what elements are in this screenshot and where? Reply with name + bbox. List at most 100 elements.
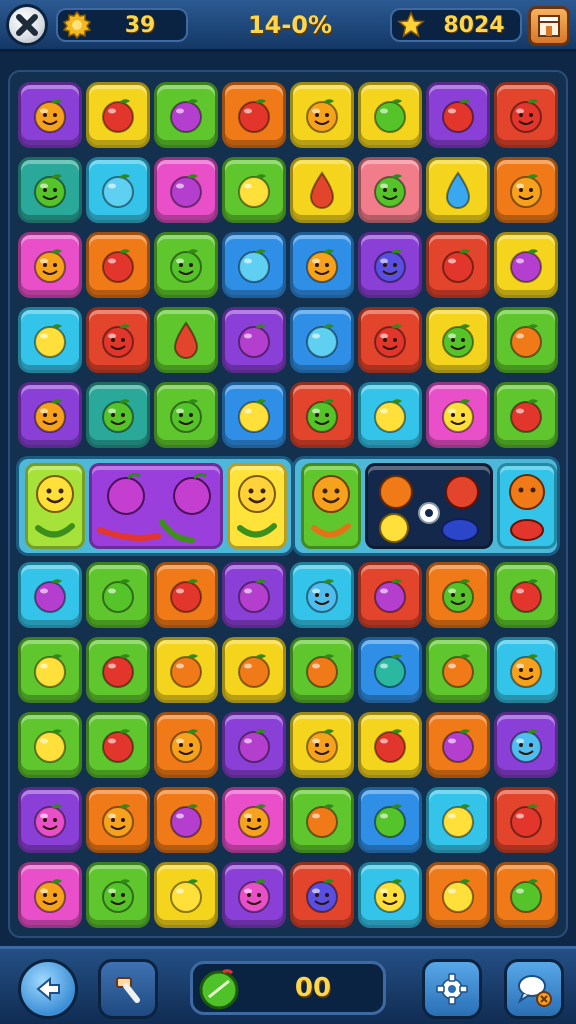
fruit-tile[interactable]: [154, 712, 218, 778]
coin-value: 39: [124, 12, 156, 38]
fruit-tile[interactable]: [86, 382, 150, 448]
fruit-tile[interactable]: [290, 307, 354, 373]
fruit-tile[interactable]: [86, 82, 150, 148]
fruit-tile[interactable]: [86, 307, 150, 373]
fruit-tile[interactable]: [222, 787, 286, 853]
fruit-tile[interactable]: [222, 637, 286, 703]
fruit-tile[interactable]: [290, 712, 354, 778]
fruit-tile[interactable]: [290, 637, 354, 703]
fruit-tile[interactable]: [154, 562, 218, 628]
fruit-tile[interactable]: [154, 787, 218, 853]
star-icon: [394, 8, 428, 42]
fruit-tile[interactable]: [154, 637, 218, 703]
fruit-tile[interactable]: [222, 157, 286, 223]
combo-tile[interactable]: [301, 463, 361, 549]
fruit-tile[interactable]: [494, 382, 558, 448]
fruit-tile[interactable]: [18, 307, 82, 373]
fruit-tile[interactable]: [222, 232, 286, 298]
fruit-tile[interactable]: [494, 787, 558, 853]
combo-tile[interactable]: [227, 463, 287, 549]
fruit-tile[interactable]: [86, 787, 150, 853]
combo-piece-left[interactable]: [16, 456, 294, 556]
fruit-tile[interactable]: [494, 82, 558, 148]
fruit-tile[interactable]: [426, 562, 490, 628]
fruit-tile[interactable]: [494, 862, 558, 928]
fruit-tile[interactable]: [290, 382, 354, 448]
fruit-tile[interactable]: [222, 382, 286, 448]
fruit-tile[interactable]: [426, 82, 490, 148]
fruit-tile[interactable]: [426, 862, 490, 928]
fruit-tile[interactable]: [154, 382, 218, 448]
fruit-tile[interactable]: [86, 157, 150, 223]
fruit-tile[interactable]: [494, 157, 558, 223]
bomb-combo-tile[interactable]: [365, 463, 493, 549]
close-button[interactable]: [6, 4, 48, 46]
fruit-tile[interactable]: [154, 232, 218, 298]
fruit-tile[interactable]: [358, 637, 422, 703]
combo-tile[interactable]: [25, 463, 85, 549]
fruit-tile[interactable]: [18, 712, 82, 778]
fruit-tile[interactable]: [222, 307, 286, 373]
fruit-tile[interactable]: [358, 157, 422, 223]
fruit-tile[interactable]: [426, 637, 490, 703]
fruit-tile[interactable]: [18, 562, 82, 628]
fruit-tile[interactable]: [154, 157, 218, 223]
fruit-tile[interactable]: [18, 637, 82, 703]
fruit-tile[interactable]: [358, 382, 422, 448]
back-button[interactable]: [18, 959, 78, 1019]
settings-button[interactable]: [422, 959, 482, 1019]
fruit-tile[interactable]: [426, 307, 490, 373]
fruit-tile[interactable]: [154, 307, 218, 373]
fruit-tile[interactable]: [358, 307, 422, 373]
fruit-tile[interactable]: [154, 862, 218, 928]
fruit-tile[interactable]: [222, 562, 286, 628]
fruit-tile[interactable]: [426, 382, 490, 448]
hammer-button[interactable]: [98, 959, 158, 1019]
combo-tile[interactable]: [497, 463, 557, 549]
fruit-tile[interactable]: [358, 712, 422, 778]
fruit-tile[interactable]: [222, 712, 286, 778]
yellow-fruit-icon: [170, 879, 202, 913]
fruit-tile[interactable]: [494, 307, 558, 373]
fruit-tile[interactable]: [358, 562, 422, 628]
fruit-tile[interactable]: [18, 787, 82, 853]
shop-button[interactable]: [528, 6, 570, 46]
hint-button[interactable]: [504, 959, 564, 1019]
fruit-tile[interactable]: [290, 562, 354, 628]
orange-face-fruit-icon: [311, 475, 351, 538]
orange-face-fruit-icon: [306, 249, 338, 283]
combo-piece-right[interactable]: [292, 456, 560, 556]
fruit-tile[interactable]: [18, 82, 82, 148]
fruit-tile[interactable]: [222, 862, 286, 928]
fruit-tile[interactable]: [290, 232, 354, 298]
fruit-tile[interactable]: [358, 787, 422, 853]
fruit-tile[interactable]: [18, 382, 82, 448]
combo-tile-wide[interactable]: [89, 463, 223, 549]
fruit-tile[interactable]: [290, 787, 354, 853]
fruit-tile[interactable]: [86, 232, 150, 298]
fruit-tile[interactable]: [494, 712, 558, 778]
fruit-tile[interactable]: [358, 862, 422, 928]
fruit-tile[interactable]: [494, 637, 558, 703]
fruit-tile[interactable]: [494, 232, 558, 298]
fruit-tile[interactable]: [154, 82, 218, 148]
fruit-tile[interactable]: [86, 862, 150, 928]
fruit-tile[interactable]: [426, 787, 490, 853]
fruit-tile[interactable]: [426, 712, 490, 778]
fruit-tile[interactable]: [426, 232, 490, 298]
fruit-tile[interactable]: [18, 157, 82, 223]
fruit-tile[interactable]: [222, 82, 286, 148]
fruit-tile[interactable]: [290, 82, 354, 148]
fruit-tile[interactable]: [86, 712, 150, 778]
pink-face-fruit-icon: [34, 804, 66, 838]
fruit-tile[interactable]: [426, 157, 490, 223]
fruit-tile[interactable]: [290, 862, 354, 928]
fruit-tile[interactable]: [358, 232, 422, 298]
fruit-tile[interactable]: [86, 562, 150, 628]
fruit-tile[interactable]: [358, 82, 422, 148]
fruit-tile[interactable]: [494, 562, 558, 628]
fruit-tile[interactable]: [18, 232, 82, 298]
fruit-tile[interactable]: [290, 157, 354, 223]
fruit-tile[interactable]: [18, 862, 82, 928]
fruit-tile[interactable]: [86, 637, 150, 703]
